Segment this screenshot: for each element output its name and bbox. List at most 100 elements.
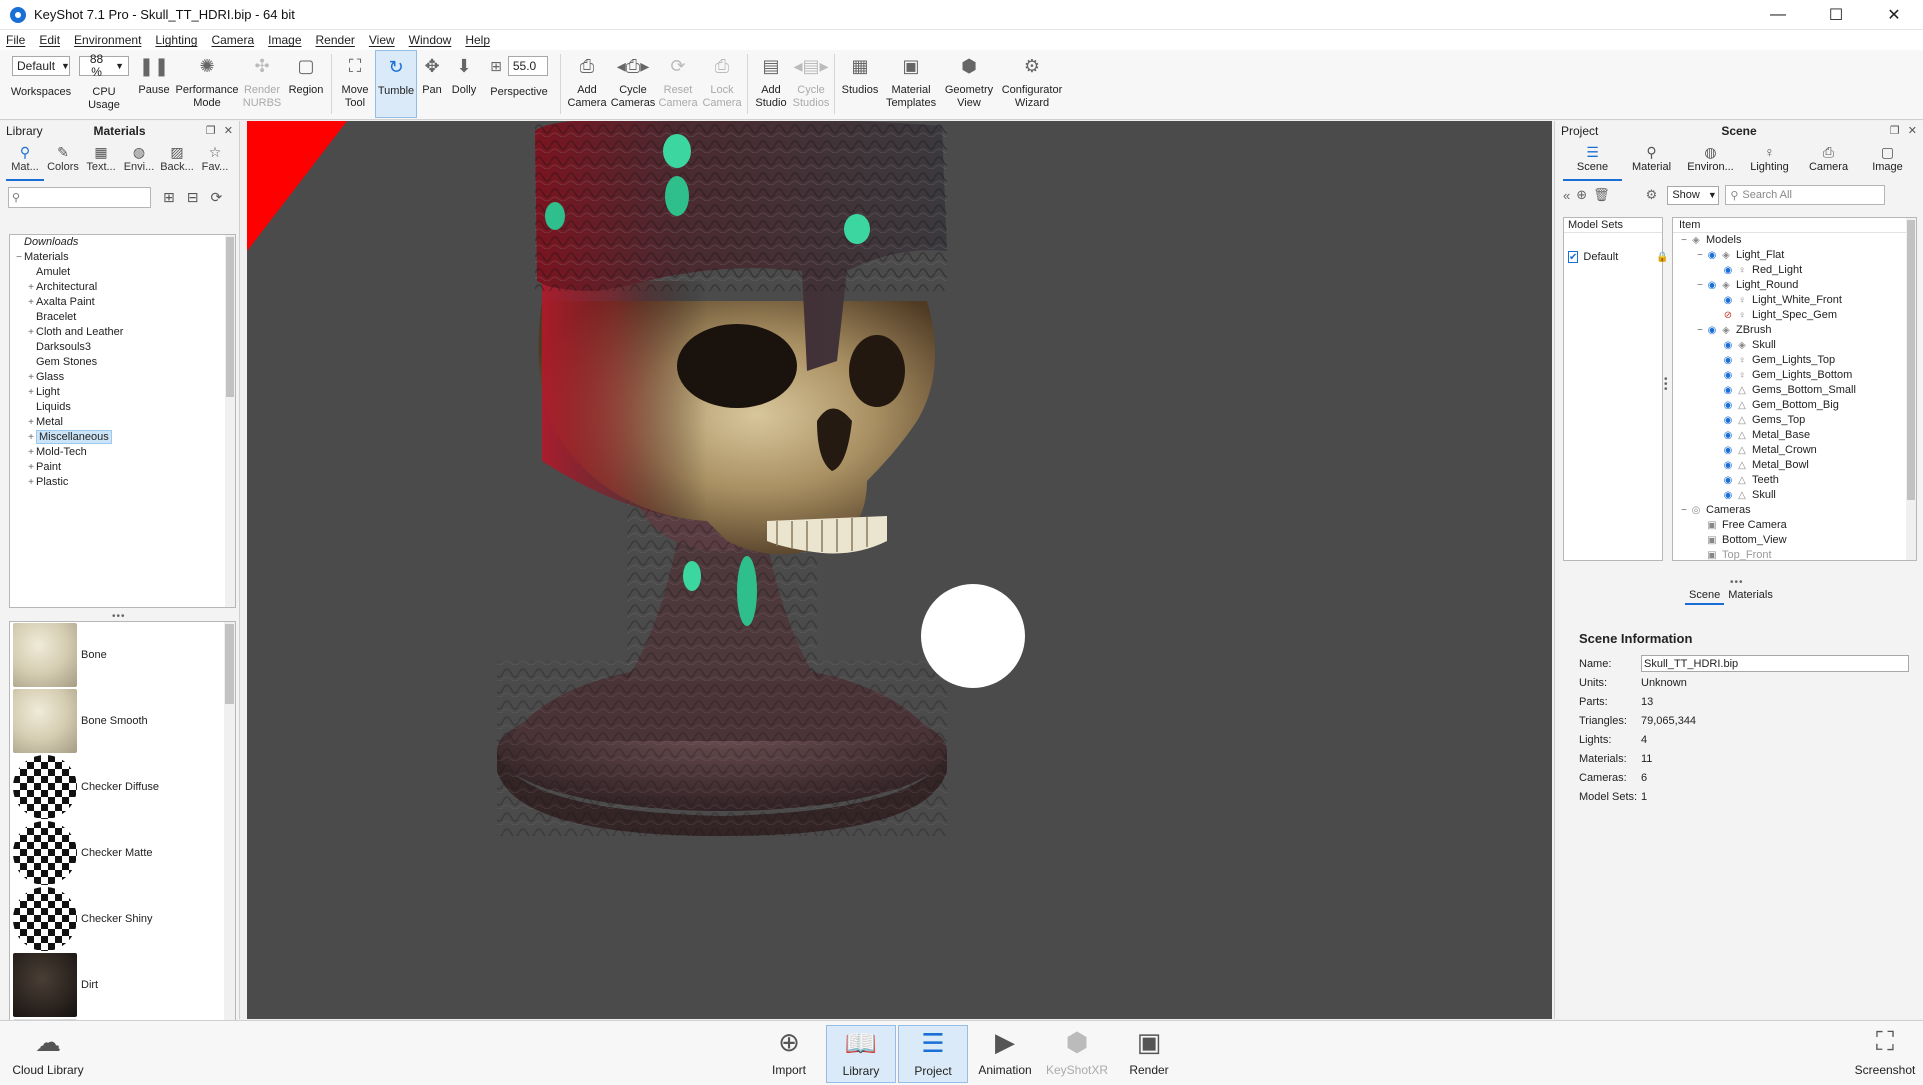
visibility-eye-icon[interactable]: ◉ xyxy=(1721,263,1735,278)
expand-toggle-icon[interactable]: + xyxy=(26,415,36,430)
library-folder-item[interactable]: + Plastic xyxy=(10,475,235,490)
visibility-eye-icon[interactable]: ◉ xyxy=(1721,368,1735,383)
tab-lighting[interactable]: ♀ Lighting xyxy=(1740,141,1799,181)
library-folder-item[interactable]: Downloads xyxy=(10,235,235,250)
scene-tree-item[interactable]: ◉ △ Metal_Crown xyxy=(1673,443,1916,458)
performance-mode-button[interactable]: ✺ Performance Mode xyxy=(174,50,240,118)
visibility-eye-icon[interactable]: ◉ xyxy=(1721,398,1735,413)
thumbnails-scrollbar[interactable] xyxy=(224,622,235,1085)
pause-button[interactable]: ❚❚ Pause xyxy=(134,50,174,118)
tab-scene[interactable]: ☰ Scene xyxy=(1563,141,1622,181)
reset-camera-button[interactable]: ⟳ Reset Camera xyxy=(656,50,700,118)
visibility-eye-icon[interactable]: ◉ xyxy=(1721,383,1735,398)
subtab-materials[interactable]: Materials xyxy=(1724,587,1777,605)
visibility-eye-icon[interactable]: ◉ xyxy=(1721,458,1735,473)
dolly-button[interactable]: ⬇ Dolly xyxy=(447,50,481,118)
menu-image[interactable]: Image xyxy=(268,33,301,47)
expand-toggle-icon[interactable]: − xyxy=(1695,278,1705,293)
library-button[interactable]: 📖 Library xyxy=(826,1025,896,1083)
visibility-eye-icon[interactable]: ◉ xyxy=(1721,443,1735,458)
configurator-wizard-button[interactable]: ⚙ Configurator Wizard xyxy=(998,50,1066,118)
add-folder-icon[interactable]: ⊞ xyxy=(163,189,175,206)
visibility-eye-icon[interactable]: ◉ xyxy=(1721,473,1735,488)
tab-backplates[interactable]: ▨ Back... xyxy=(158,141,196,181)
scene-tree-item[interactable]: ◉ △ Gem_Bottom_Big xyxy=(1673,398,1916,413)
model-set-checkbox[interactable]: ✔ xyxy=(1568,251,1579,263)
library-folder-item[interactable]: + Axalta Paint xyxy=(10,295,235,310)
visibility-hidden-icon[interactable]: ⊘ xyxy=(1721,308,1735,323)
scene-tree-item[interactable]: − ◉ ◈ Light_Round xyxy=(1673,278,1916,293)
show-dropdown[interactable]: Show ▼ xyxy=(1667,185,1720,205)
studios-button[interactable]: ▦ Studios xyxy=(838,50,882,118)
library-folder-item[interactable]: Bracelet xyxy=(10,310,235,325)
scene-tree-scrollbar[interactable] xyxy=(1906,218,1916,560)
render-viewport[interactable] xyxy=(247,121,1552,1019)
expand-toggle-icon[interactable]: + xyxy=(26,325,36,340)
visibility-eye-icon[interactable]: ◉ xyxy=(1721,488,1735,503)
scene-tree-item[interactable]: ◉ ◈ Skull xyxy=(1673,338,1916,353)
scene-tree-item[interactable]: ◉ △ Gems_Top xyxy=(1673,413,1916,428)
expand-toggle-icon[interactable]: + xyxy=(26,475,36,490)
render-nurbs-button[interactable]: ✣ Render NURBS xyxy=(240,50,284,118)
add-model-set-icon[interactable]: ⊕ xyxy=(1576,187,1587,203)
delete-icon[interactable]: 🗑 xyxy=(1593,187,1610,203)
library-folder-item[interactable]: + Cloth and Leather xyxy=(10,325,235,340)
material-thumbnail-item[interactable]: Checker Diffuse xyxy=(10,754,235,820)
visibility-eye-icon[interactable]: ◉ xyxy=(1721,413,1735,428)
material-thumbnail-item[interactable]: Checker Matte xyxy=(10,820,235,886)
screenshot-button[interactable]: ⛶ Screenshot xyxy=(1850,1025,1920,1083)
library-folder-item[interactable]: + Miscellaneous xyxy=(10,430,235,445)
library-folder-item[interactable]: + Architectural xyxy=(10,280,235,295)
close-button[interactable]: ✕ xyxy=(1865,0,1923,30)
subtab-scene[interactable]: Scene xyxy=(1685,587,1725,605)
library-search-input[interactable]: ⚲ xyxy=(8,186,151,208)
expand-toggle-icon[interactable]: − xyxy=(1679,503,1689,518)
pan-button[interactable]: ✥ Pan xyxy=(417,50,447,118)
expand-toggle-icon[interactable]: − xyxy=(1695,248,1705,263)
model-set-item[interactable]: ✔ Default 🔒 xyxy=(1564,251,1669,263)
scene-tree-item[interactable]: ◉ ♀ Red_Light xyxy=(1673,263,1916,278)
scene-tree-item[interactable]: ◉ △ Metal_Bowl xyxy=(1673,458,1916,473)
library-folder-item[interactable]: + Light xyxy=(10,385,235,400)
undock-icon[interactable]: ❐ xyxy=(1890,125,1900,137)
tab-materials[interactable]: ⚲ Mat... xyxy=(6,141,44,181)
library-folder-item[interactable]: + Glass xyxy=(10,370,235,385)
tab-environments[interactable]: ◍ Envi... xyxy=(120,141,158,181)
menu-camera[interactable]: Camera xyxy=(211,33,254,47)
tab-textures[interactable]: ▦ Text... xyxy=(82,141,120,181)
scene-tree-item[interactable]: ▣ Top_Front xyxy=(1673,548,1916,560)
lock-icon[interactable]: 🔒 xyxy=(1656,252,1668,263)
splitter-handle[interactable]: ••• xyxy=(1664,375,1668,395)
scene-name-field[interactable]: Skull_TT_HDRI.bip xyxy=(1641,655,1909,672)
visibility-eye-icon[interactable]: ◉ xyxy=(1721,428,1735,443)
scene-search-input[interactable]: ⚲ Search All xyxy=(1725,185,1886,205)
workspaces-select[interactable]: Default ▼ xyxy=(12,56,70,76)
scene-tree-item[interactable]: ◉ ♀ Light_White_Front xyxy=(1673,293,1916,308)
scene-tree-item[interactable]: ◉ △ Metal_Base xyxy=(1673,428,1916,443)
library-folder-item[interactable]: + Metal xyxy=(10,415,235,430)
cpu-usage-select[interactable]: 88 % ▼ xyxy=(79,53,129,79)
material-thumbnail-item[interactable]: Checker Shiny xyxy=(10,886,235,952)
render-button[interactable]: ▣ Render xyxy=(1114,1025,1184,1083)
expand-toggle-icon[interactable]: + xyxy=(26,445,36,460)
tab-favorites[interactable]: ☆ Fav... xyxy=(196,141,234,181)
library-folder-item[interactable]: + Mold-Tech xyxy=(10,445,235,460)
material-thumbnail-item[interactable]: Dirt xyxy=(10,952,235,1018)
expand-toggle-icon[interactable]: − xyxy=(1695,323,1705,338)
scene-tree-item[interactable]: − ◉ ◈ Light_Flat xyxy=(1673,248,1916,263)
cycle-cameras-button[interactable]: ◂⎙▸ Cycle Cameras xyxy=(610,50,656,118)
scene-tree-item[interactable]: ◉ △ Skull xyxy=(1673,488,1916,503)
settings-gear-icon[interactable]: ⚙ xyxy=(1646,187,1658,203)
visibility-eye-icon[interactable]: ◉ xyxy=(1705,248,1719,263)
scene-tree-item[interactable]: − ◈ Models xyxy=(1673,233,1916,248)
scene-tree-item[interactable]: ⊘ ♀ Light_Spec_Gem xyxy=(1673,308,1916,323)
visibility-eye-icon[interactable]: ◉ xyxy=(1721,353,1735,368)
move-tool-button[interactable]: ⛶ Move Tool xyxy=(335,50,375,118)
material-thumbnail-item[interactable]: Bone xyxy=(10,622,235,688)
scene-tree-item[interactable]: − ◉ ◈ ZBrush xyxy=(1673,323,1916,338)
menu-view[interactable]: View xyxy=(369,33,395,47)
scene-tree-item[interactable]: ◉ △ Gems_Bottom_Small xyxy=(1673,383,1916,398)
add-studio-button[interactable]: ▤ Add Studio xyxy=(751,50,791,118)
library-folder-item[interactable]: Liquids xyxy=(10,400,235,415)
tab-environment[interactable]: ◍ Environ... xyxy=(1681,141,1740,181)
